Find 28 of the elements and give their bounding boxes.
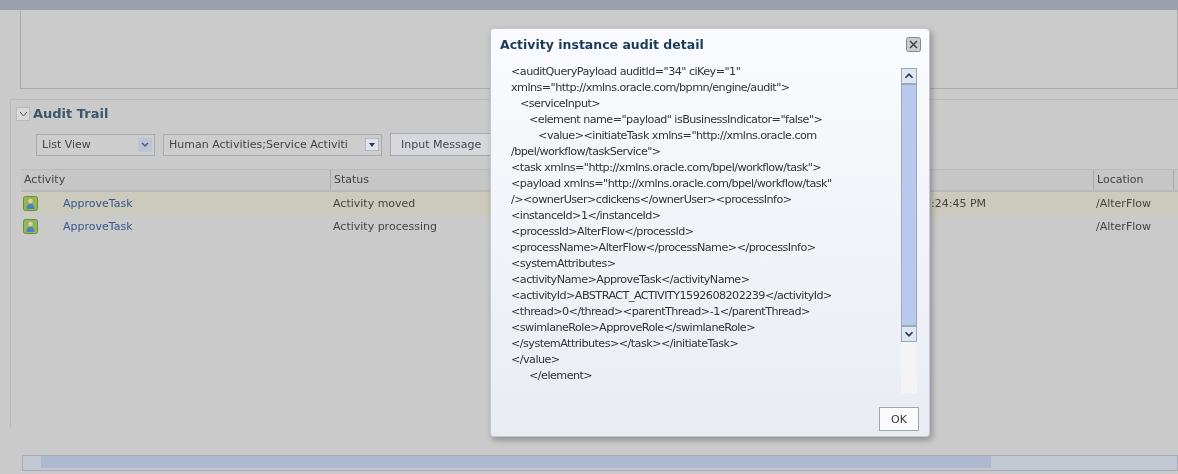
section-title: Audit Trail: [33, 106, 109, 121]
dropdown-icon: [138, 137, 152, 152]
close-icon[interactable]: [906, 37, 921, 52]
status-text: Activity processing: [333, 220, 437, 233]
column-header[interactable]: Activity: [24, 173, 66, 186]
activity-link[interactable]: ApproveTask: [63, 197, 133, 210]
scroll-up-icon[interactable]: [901, 68, 917, 84]
activity-link[interactable]: ApproveTask: [63, 220, 133, 233]
person-icon: [23, 196, 38, 211]
ok-button[interactable]: OK: [879, 407, 919, 431]
filter-select[interactable]: Human Activities;Service Activiti: [163, 133, 382, 156]
column-header[interactable]: Location: [1097, 173, 1144, 186]
location-text: /AlterFlow: [1096, 220, 1151, 233]
column-header[interactable]: Status: [334, 173, 370, 186]
time-text: :24:45 PM: [931, 197, 987, 210]
status-text: Activity moved: [333, 197, 416, 210]
input-message-button[interactable]: Input Message: [390, 133, 493, 156]
view-select[interactable]: List View: [36, 133, 155, 156]
dropdown-icon: [365, 138, 379, 151]
scroll-down-icon[interactable]: [901, 326, 917, 342]
xml-text: <auditQueryPayload auditId="34" ciKey="1" xmlns="http://xmlns.oracle.com/bpmn/engine/audit"> <serviceInput> <element name="payload" isBusinessIndicator="false"> <value><initiateTask xmlns="http://xmlns.oracle.com /bpel/workflow/taskService"> <task xmlns="http://xmlns.oracle.com/bpel/workflow/task"> <payload xmlns="http://xmlns.oracle.com/bpel/workflow/task" /><ownerUser>cdickens</ownerUser><processInfo> <instanceId>1</instanceId> <processId>AlterFlow</processId> <processName>AlterFlow</processName></processInfo> <systemAttributes> <activityName>ApproveTask</activityName> <activityId>ABSTRACT_ACTIVITY1592608202239</activityId> <thread>0</thread><parentThread>-1</parentThread> <swimlaneRole>ApproveRole</swimlaneRole> </systemAttributes></task></initiateTask> </value> </element>: [511, 64, 833, 384]
dialog-title: Activity instance audit detail: [500, 37, 704, 52]
vertical-scrollbar[interactable]: [901, 68, 917, 393]
location-text: /AlterFlow: [1096, 197, 1151, 210]
chevron-icon: [18, 110, 28, 117]
person-icon: [23, 219, 38, 234]
collapse-toggle[interactable]: [16, 106, 30, 121]
horizontal-scrollbar[interactable]: [22, 455, 1178, 471]
